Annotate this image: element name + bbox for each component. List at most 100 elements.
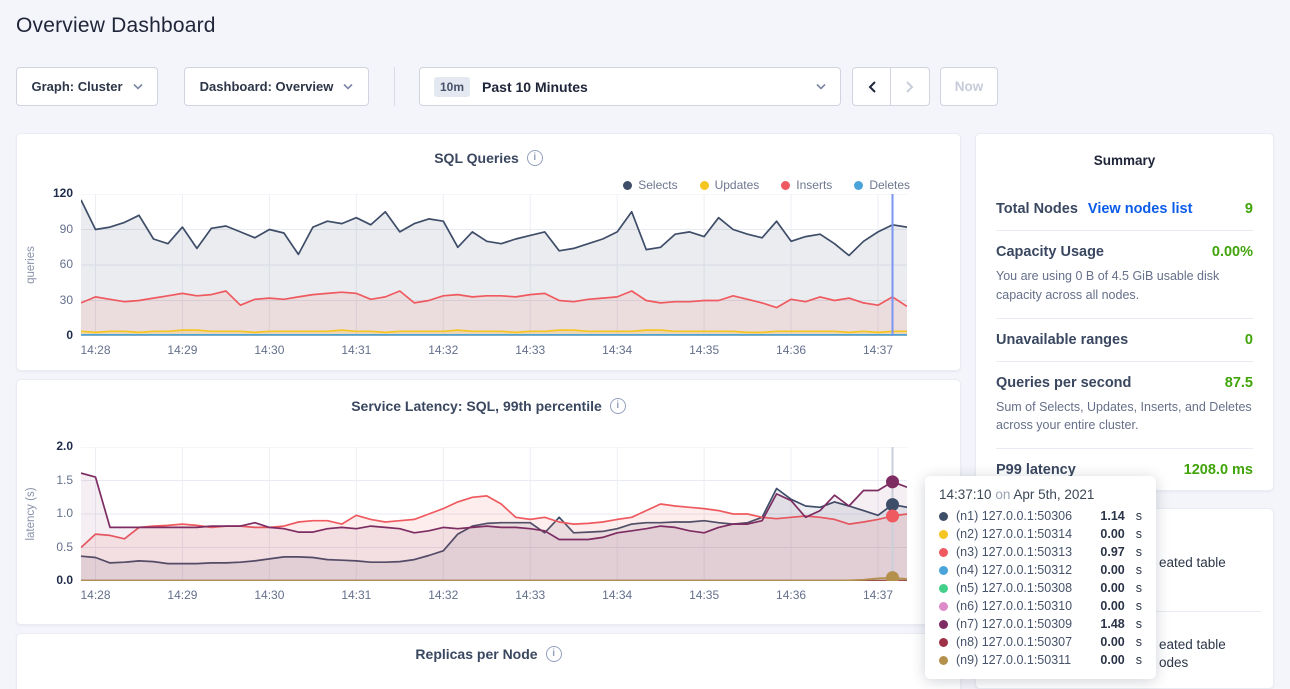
x-axis-tick-label: 14:35: [682, 343, 726, 357]
node-latency-unit: s: [1136, 617, 1142, 631]
chevron-right-icon: [905, 80, 915, 94]
capacity-usage-subtext: You are using 0 B of 4.5 GiB usable disk…: [996, 267, 1253, 305]
legend-item-selects[interactable]: Selects: [623, 178, 677, 192]
queries-per-second-subtext: Sum of Selects, Updates, Inserts, and De…: [996, 398, 1253, 436]
node-address: (n2) 127.0.0.1:50314: [956, 527, 1092, 541]
event-item-fragment[interactable]: eated table: [1159, 555, 1226, 570]
tooltip-node-row: (n1) 127.0.0.1:503061.14s: [939, 507, 1142, 525]
view-nodes-list-link[interactable]: View nodes list: [1088, 201, 1193, 217]
y-axis-tick-label: 2.0: [17, 439, 73, 453]
chevron-down-icon: [816, 83, 826, 90]
x-axis-tick-label: 14:33: [508, 588, 552, 602]
y-axis-tick-label: 0.5: [17, 540, 73, 554]
node-latency-unit: s: [1136, 563, 1142, 577]
node-latency-value: 0.00: [1100, 635, 1124, 649]
tooltip-node-row: (n4) 127.0.0.1:503120.00s: [939, 561, 1142, 579]
x-axis-tick-label: 14:36: [769, 588, 813, 602]
x-axis-tick-label: 14:31: [334, 588, 378, 602]
tooltip-timestamp: 14:37:10 on Apr 5th, 2021: [939, 487, 1142, 502]
legend-dot-icon: [623, 181, 632, 190]
node-latency-unit: s: [1136, 581, 1142, 595]
node-latency-unit: s: [1136, 599, 1142, 613]
graph-dropdown-label: Graph: Cluster: [31, 79, 122, 94]
node-color-dot-icon: [939, 620, 948, 629]
x-axis-tick-label: 14:30: [247, 588, 291, 602]
unavailable-ranges-stat: Unavailable ranges 0: [996, 319, 1253, 362]
x-axis-tick-label: 14:32: [421, 588, 465, 602]
x-axis-tick-label: 14:34: [595, 588, 639, 602]
node-color-dot-icon: [939, 638, 948, 647]
capacity-usage-label: Capacity Usage: [996, 244, 1104, 260]
y-axis-tick-label: 90: [17, 222, 73, 236]
legend-item-inserts[interactable]: Inserts: [781, 178, 832, 192]
time-prev-button[interactable]: [852, 67, 891, 106]
tooltip-node-row: (n6) 127.0.0.1:50310 0.00 s: [939, 597, 1142, 615]
x-axis-tick-label: 14:37: [856, 588, 900, 602]
x-axis-tick-label: 14:33: [508, 343, 552, 357]
tooltip-node-row: (n8) 127.0.0.1:503070.00s: [939, 633, 1142, 651]
node-latency-value: 0.00: [1100, 599, 1124, 613]
node-latency-unit: s: [1136, 509, 1142, 523]
node-latency-unit: s: [1136, 527, 1142, 541]
service-latency-plot[interactable]: [81, 447, 907, 581]
x-axis-tick-label: 14:29: [160, 343, 204, 357]
unavailable-ranges-label: Unavailable ranges: [996, 332, 1128, 348]
service-latency-panel: Service Latency: SQL, 99th percentile i …: [16, 379, 961, 625]
node-color-dot-icon: [939, 512, 948, 521]
time-range-badge: 10m: [434, 77, 470, 97]
unavailable-ranges-value: 0: [1245, 332, 1253, 348]
sql-queries-panel: SQL Queries i SelectsUpdatesInsertsDelet…: [16, 133, 961, 371]
y-axis-tick-label: 120: [17, 186, 73, 200]
node-color-dot-icon: [939, 656, 948, 665]
y-axis-tick-label: 60: [17, 257, 73, 271]
time-next-button[interactable]: [891, 67, 930, 106]
event-item-fragment[interactable]: eated table: [1159, 637, 1226, 652]
node-address: (n6) 127.0.0.1:50310: [956, 599, 1092, 613]
info-icon[interactable]: i: [546, 646, 562, 662]
total-nodes-stat: Total Nodes View nodes list 9: [996, 188, 1253, 231]
legend-item-updates[interactable]: Updates: [700, 178, 760, 192]
info-icon[interactable]: i: [610, 398, 626, 414]
tooltip-node-row: (n7) 127.0.0.1:503091.48s: [939, 615, 1142, 633]
chevron-left-icon: [867, 80, 877, 94]
node-color-dot-icon: [939, 566, 948, 575]
legend-item-deletes[interactable]: Deletes: [854, 178, 910, 192]
tooltip-date: Apr 5th, 2021: [1013, 487, 1094, 502]
event-item-fragment[interactable]: odes: [1159, 655, 1188, 670]
time-step-buttons: [852, 67, 930, 106]
dashboard-dropdown-label: Dashboard: Overview: [200, 79, 334, 94]
node-address: (n4) 127.0.0.1:50312: [956, 563, 1092, 577]
legend-dot-icon: [781, 181, 790, 190]
legend-label: Updates: [715, 178, 760, 192]
total-nodes-value: 9: [1245, 201, 1253, 217]
x-axis-tick-label: 14:34: [595, 343, 639, 357]
legend-label: Selects: [638, 178, 677, 192]
node-latency-value: 0.00: [1100, 527, 1124, 541]
node-latency-value: 0.97: [1100, 545, 1124, 559]
sql-queries-plot[interactable]: [81, 194, 907, 336]
now-button[interactable]: Now: [940, 67, 998, 106]
node-latency-value: 1.14: [1100, 509, 1124, 523]
graph-dropdown[interactable]: Graph: Cluster: [16, 67, 158, 106]
total-nodes-label: Total Nodes: [996, 201, 1078, 217]
sql-queries-legend: Selects Updates Inserts Deletes: [623, 178, 910, 192]
tooltip-on: on: [995, 487, 1010, 502]
x-axis-tick-label: 14:28: [73, 588, 117, 602]
time-range-picker[interactable]: 10m Past 10 Minutes: [419, 67, 841, 106]
info-icon[interactable]: i: [527, 150, 543, 166]
toolbar-divider: [394, 67, 395, 106]
chevron-down-icon: [133, 83, 143, 90]
chart-tooltip: 14:37:10 on Apr 5th, 2021 (n1) 127.0.0.1…: [925, 476, 1156, 679]
node-latency-value: 0.00: [1100, 653, 1124, 667]
x-axis-tick-label: 14:32: [421, 343, 465, 357]
x-axis-tick-label: 14:37: [856, 343, 900, 357]
tooltip-node-row: (n3) 127.0.0.1:503130.97s: [939, 543, 1142, 561]
p99-latency-value: 1208.0 ms: [1184, 462, 1253, 478]
y-axis-tick-label: 1.5: [17, 473, 73, 487]
node-color-dot-icon: [939, 584, 948, 593]
node-color-dot-icon: [939, 602, 948, 611]
node-latency-value: 1.48: [1100, 617, 1124, 631]
dashboard-dropdown[interactable]: Dashboard: Overview: [184, 67, 369, 106]
node-latency-unit: s: [1136, 653, 1142, 667]
node-latency-unit: s: [1136, 545, 1142, 559]
